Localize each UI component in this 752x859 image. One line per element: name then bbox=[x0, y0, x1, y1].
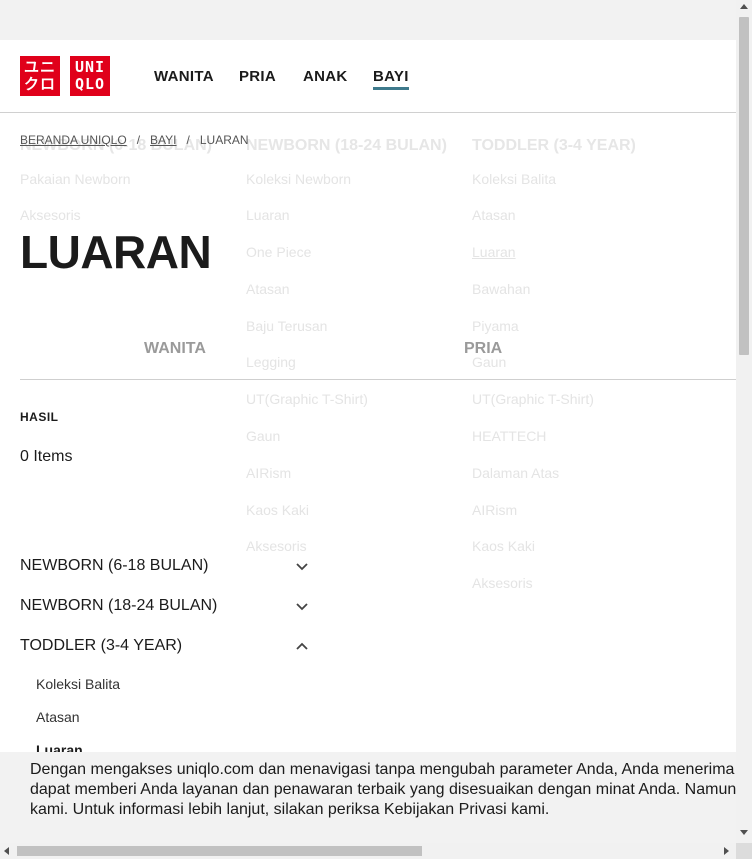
ghost-menu-item: HEATTECH bbox=[472, 428, 547, 444]
ghost-menu-item: UT(Graphic T-Shirt) bbox=[472, 391, 594, 407]
chevron-down-icon bbox=[296, 603, 308, 611]
ghost-menu-item: Dalaman Atas bbox=[472, 465, 560, 481]
uniqlo-logo[interactable]: UNI QLO bbox=[70, 56, 110, 96]
ghost-menu-item: Aksesoris bbox=[472, 575, 533, 591]
logo-jp-line1: ユニ bbox=[23, 58, 56, 76]
uniqlo-logo-katakana[interactable]: ユニ クロ bbox=[20, 56, 60, 96]
horizontal-scroll-thumb[interactable] bbox=[17, 846, 422, 856]
breadcrumb: BERANDA UNIQLO / BAYI / LUARAN bbox=[20, 133, 249, 147]
nav-anak[interactable]: ANAK bbox=[303, 68, 348, 85]
category-label: NEWBORN (18-24 BULAN) bbox=[20, 597, 218, 614]
site-header: ユニ クロ UNI QLO WANITA PRIA ANAK BAYI bbox=[0, 40, 736, 113]
breadcrumb-separator: / bbox=[186, 133, 190, 147]
ghost-menu-item: Kaos Kaki bbox=[246, 502, 310, 518]
category-label: TODDLER (3-4 YEAR) bbox=[20, 637, 183, 654]
category-newborn-6-18[interactable]: NEWBORN (6-18 BULAN) bbox=[20, 557, 310, 575]
ghost-menu-item: Koleksi Balita bbox=[472, 171, 557, 187]
ghost-menu-item: AIRism bbox=[472, 502, 518, 518]
ghost-menu-item: Gaun bbox=[246, 428, 281, 444]
ghost-menu-item: Kaos Kaki bbox=[472, 538, 536, 554]
ghost-menu-item: Atasan bbox=[246, 281, 290, 297]
ghost-menu-item: Piyama bbox=[472, 318, 519, 334]
logo-jp-line2: クロ bbox=[23, 75, 56, 93]
chevron-up-icon bbox=[296, 642, 308, 650]
breadcrumb-current: LUARAN bbox=[199, 133, 249, 147]
logo-en-line2: QLO bbox=[74, 75, 106, 93]
ghost-menu-item: One Piece bbox=[246, 244, 312, 260]
nav-pria[interactable]: PRIA bbox=[239, 68, 276, 85]
cookie-banner: Dengan mengakses uniqlo.com dan menaviga… bbox=[0, 752, 736, 843]
cookie-text-line: kami. Untuk informasi lebih lanjut, sila… bbox=[30, 801, 550, 818]
cookie-text-line: Dengan mengakses uniqlo.com dan menaviga… bbox=[30, 761, 735, 778]
nav-bayi[interactable]: BAYI bbox=[373, 68, 409, 90]
scroll-right-arrow-icon[interactable] bbox=[724, 847, 729, 855]
ghost-menu-item: Bawahan bbox=[472, 281, 531, 297]
result-count: 0 Items bbox=[20, 448, 73, 465]
ghost-menu-item: Aksesoris bbox=[20, 207, 81, 223]
ghost-menu-item: Baju Terusan bbox=[246, 318, 328, 334]
cookie-text-line: dapat memberi Anda layanan dan penawaran… bbox=[30, 781, 736, 798]
ghost-menu-item: UT(Graphic T-Shirt) bbox=[246, 391, 368, 407]
result-label: HASIL bbox=[20, 410, 59, 424]
subcategory-atasan[interactable]: Atasan bbox=[36, 709, 80, 725]
vertical-scrollbar[interactable] bbox=[736, 0, 752, 843]
ghost-menu-item: Pakaian Newborn bbox=[20, 171, 131, 187]
tab-pria[interactable]: PRIA bbox=[464, 340, 502, 358]
tab-divider bbox=[20, 379, 736, 380]
logo-en-line1: UNI bbox=[74, 58, 106, 76]
vertical-scroll-thumb[interactable] bbox=[739, 17, 749, 355]
scroll-left-arrow-icon[interactable] bbox=[4, 847, 9, 855]
page-viewport: ユニ クロ UNI QLO WANITA PRIA ANAK BAYI NEWB… bbox=[0, 40, 736, 843]
category-label: NEWBORN (6-18 BULAN) bbox=[20, 557, 209, 574]
ghost-menu-heading-toddler: TODDLER (3-4 YEAR) bbox=[472, 137, 636, 154]
breadcrumb-separator: / bbox=[136, 133, 141, 147]
scroll-down-arrow-icon[interactable] bbox=[740, 830, 748, 835]
ghost-menu-item: Aksesoris bbox=[246, 538, 307, 554]
breadcrumb-bayi-link[interactable]: BAYI bbox=[150, 133, 176, 147]
page-title: LUARAN bbox=[20, 226, 212, 278]
category-newborn-18-24[interactable]: NEWBORN (18-24 BULAN) bbox=[20, 597, 310, 615]
category-toddler[interactable]: TODDLER (3-4 YEAR) bbox=[20, 637, 310, 655]
ghost-menu-item: Luaran bbox=[246, 207, 290, 223]
chevron-down-icon bbox=[296, 563, 308, 571]
subcategory-koleksi-balita[interactable]: Koleksi Balita bbox=[36, 676, 120, 692]
ghost-menu-item: Atasan bbox=[472, 207, 516, 223]
scrollbar-corner bbox=[736, 843, 752, 859]
ghost-menu-item: Luaran bbox=[472, 244, 516, 260]
tab-wanita[interactable]: WANITA bbox=[144, 340, 206, 358]
ghost-menu-item: AIRism bbox=[246, 465, 292, 481]
horizontal-scrollbar[interactable] bbox=[0, 843, 736, 859]
ghost-menu-item: Legging bbox=[246, 354, 296, 370]
nav-wanita[interactable]: WANITA bbox=[154, 68, 214, 85]
breadcrumb-home-link[interactable]: BERANDA UNIQLO bbox=[20, 133, 127, 147]
scroll-up-arrow-icon[interactable] bbox=[740, 4, 748, 9]
ghost-menu-heading-newborn-18-24: NEWBORN (18-24 BULAN) bbox=[246, 137, 447, 154]
ghost-menu-item: Koleksi Newborn bbox=[246, 171, 352, 187]
